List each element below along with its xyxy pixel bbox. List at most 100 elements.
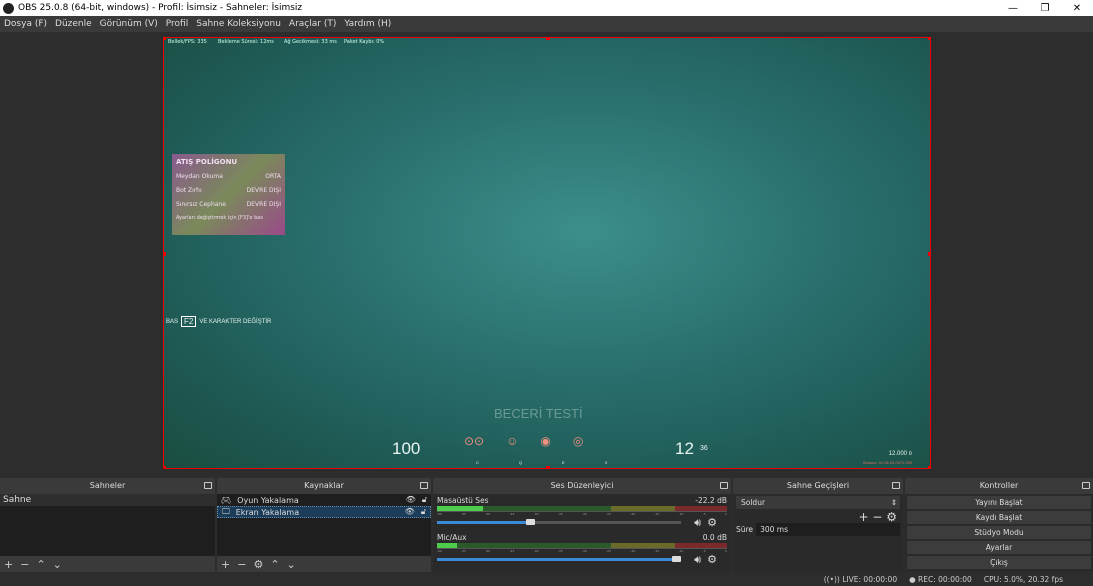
scale-tick: -35 <box>557 549 563 553</box>
lock-icon[interactable]: 🔓︎ <box>421 507 426 517</box>
scale-tick: -55 <box>461 512 467 516</box>
scale-tick: -15 <box>654 549 660 553</box>
scale-tick: -30 <box>581 512 587 516</box>
menu-file[interactable]: Dosya (F) <box>0 19 51 29</box>
menu-help[interactable]: Yardım (H) <box>340 19 395 29</box>
scale-tick: 0 <box>724 512 727 516</box>
server-info: Sunucu: 01.08.20.0471.230 <box>862 460 912 465</box>
settings-button[interactable]: Ayarlar <box>907 541 1091 554</box>
menu-scene-collection[interactable]: Sahne Koleksiyonu <box>192 19 285 29</box>
volume-slider[interactable] <box>437 556 681 562</box>
live-status: ((•)) LIVE: 00:00:00 <box>824 575 897 584</box>
scale-tick: -50 <box>485 549 491 553</box>
undock-icon[interactable] <box>720 482 728 489</box>
start-streaming-button[interactable]: Yayını Başlat <box>907 496 1091 509</box>
scale-tick: -45 <box>509 549 515 553</box>
channel-db: 0.0 dB <box>702 533 727 542</box>
dock-title: Kontroller <box>979 481 1019 490</box>
move-up-icon[interactable]: ⌃ <box>270 558 279 571</box>
scale-tick: -10 <box>678 512 684 516</box>
remove-icon[interactable]: − <box>872 510 882 524</box>
credits: 12.000 ¤ <box>888 451 912 457</box>
menu-profile[interactable]: Profil <box>162 19 192 29</box>
resize-handle[interactable] <box>164 38 166 40</box>
resize-handle[interactable] <box>164 466 166 468</box>
scale-tick: -35 <box>557 512 563 516</box>
maximize-button[interactable]: ❐ <box>1029 3 1061 14</box>
undock-icon[interactable] <box>420 482 428 489</box>
ability-keys: CQEX <box>476 460 607 465</box>
resize-handle[interactable] <box>164 252 166 256</box>
scale-tick: -25 <box>606 549 611 553</box>
source-item[interactable]: 🖵 Ekran Yakalama 👁︎ 🔓︎ <box>217 506 431 518</box>
menu-edit[interactable]: Düzenle <box>51 19 96 29</box>
resize-handle[interactable] <box>928 466 930 468</box>
add-icon[interactable]: + <box>858 510 868 524</box>
remove-icon[interactable]: − <box>20 558 29 571</box>
remove-icon[interactable]: − <box>237 558 246 571</box>
start-recording-button[interactable]: Kaydı Başlat <box>907 511 1091 524</box>
ability-key: Q <box>518 460 523 465</box>
scale-tick: -30 <box>581 549 587 553</box>
ability-key: X <box>604 460 608 465</box>
undock-icon[interactable] <box>1082 482 1090 489</box>
menu-row-label: Sınırsız Cephane <box>176 201 226 208</box>
resize-handle[interactable] <box>928 38 930 40</box>
scale-tick: -60 <box>437 549 442 553</box>
eye-icon[interactable]: 👁︎ <box>405 507 415 517</box>
gear-icon[interactable]: ⚙ <box>707 516 717 530</box>
eye-icon[interactable]: 👁︎ <box>406 495 416 505</box>
ability-icon: ◎ <box>572 434 584 448</box>
volume-slider[interactable] <box>437 519 681 525</box>
ability-icon: ☺ <box>506 434 519 448</box>
title-bar: OBS 25.0.8 (64-bit, windows) - Profil: İ… <box>0 0 1093 16</box>
add-icon[interactable]: + <box>221 558 230 571</box>
source-name: Ekran Yakalama <box>235 507 300 517</box>
preview-canvas[interactable]: Bellek/FPS: 335 Bekleme Süresi: 12ms Ağ … <box>163 37 931 469</box>
source-item[interactable]: 🎮︎ Oyun Yakalama 👁︎ 🔓︎ <box>217 494 431 506</box>
exit-button[interactable]: Çıkış <box>907 556 1091 569</box>
menu-row-value: ORTA <box>265 173 281 180</box>
sources-list: 🎮︎ Oyun Yakalama 👁︎ 🔓︎ 🖵 Ekran Yakalama 👁… <box>217 494 431 556</box>
perf-stat: Paket Kaybı: 0% <box>344 39 385 45</box>
volume-knob[interactable] <box>672 556 681 562</box>
lock-icon[interactable]: 🔓︎ <box>422 495 427 505</box>
gear-icon[interactable]: ⚙ <box>253 558 263 571</box>
menu-row-label: Meydan Okuma <box>176 173 223 180</box>
gear-icon[interactable]: ⚙ <box>886 510 897 524</box>
menu-row-value: DEVRE DIŞI <box>246 201 281 208</box>
duration-input[interactable]: 300 ms <box>756 523 900 536</box>
transition-select[interactable]: Soldur ⇕ <box>736 496 900 509</box>
studio-mode-button[interactable]: Stüdyo Modu <box>907 526 1091 539</box>
speaker-icon[interactable]: 🔊︎ <box>694 516 701 530</box>
duration-label: Süre <box>736 525 754 534</box>
undock-icon[interactable] <box>892 482 900 489</box>
perf-stat: Bekleme Süresi: 12ms <box>218 39 274 45</box>
scale-tick: -20 <box>630 512 636 516</box>
resize-handle[interactable] <box>928 252 930 256</box>
scenes-dock: Sahneler Sahne + − ⌃ ⌄ <box>0 478 215 572</box>
close-button[interactable]: ✕ <box>1061 3 1093 14</box>
move-down-icon[interactable]: ⌄ <box>53 558 62 571</box>
move-down-icon[interactable]: ⌄ <box>287 558 296 571</box>
add-icon[interactable]: + <box>4 558 13 571</box>
game-menu-overlay: ATIŞ POLİGONU Meydan Okuma ORTA Bot Zırhı… <box>172 154 285 235</box>
undock-icon[interactable] <box>204 482 212 489</box>
controls-dock: Kontroller Yayını Başlat Kaydı Başlat St… <box>905 478 1093 572</box>
perf-stat: Bellek/FPS: 335 <box>168 39 207 45</box>
dock-title: Ses Düzenleyici <box>550 481 614 490</box>
speaker-icon[interactable]: 🔊︎ <box>694 553 701 567</box>
resize-handle[interactable] <box>546 38 550 40</box>
cpu-fps: CPU: 5.0%, 20.32 fps <box>983 574 1063 584</box>
gear-icon[interactable]: ⚙ <box>707 553 717 567</box>
volume-knob[interactable] <box>525 519 535 525</box>
menu-view[interactable]: Görünüm (V) <box>96 19 162 29</box>
obs-logo-icon <box>3 2 14 14</box>
scene-item[interactable]: Sahne <box>0 494 215 506</box>
menu-tools[interactable]: Araçlar (T) <box>285 19 340 29</box>
move-up-icon[interactable]: ⌃ <box>36 558 45 571</box>
minimize-button[interactable]: — <box>997 3 1029 14</box>
source-name: Oyun Yakalama <box>237 495 299 505</box>
rec-status: ● REC: 00:00:00 <box>909 575 972 584</box>
resize-handle[interactable] <box>546 466 550 468</box>
